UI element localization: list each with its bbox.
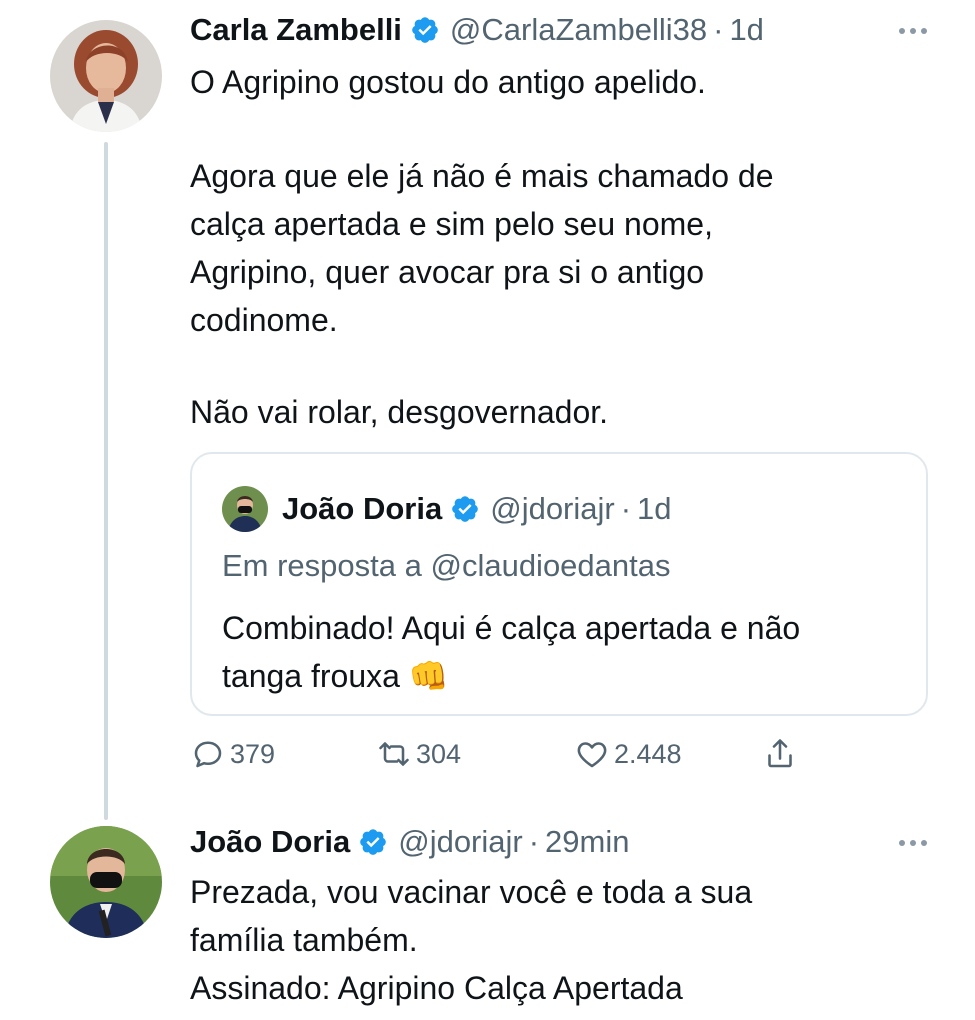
retweet-icon [379,742,409,766]
like-button[interactable]: 2.448 [574,736,682,772]
replying-to-label: Em resposta a @claudioedantas [222,548,671,583]
reply-text-line: Assinado: Agripino Calça Apertada [190,970,683,1006]
share-button[interactable] [762,736,798,772]
tweet-text-line: O Agripino gostou do antigo apelido. [190,64,706,100]
reply-time[interactable]: 29min [545,824,629,860]
retweet-count: 304 [416,738,462,769]
thread-line [104,142,108,820]
like-count: 2.448 [614,738,682,769]
avatar-joao-doria-small [222,486,268,532]
tweet-text-line: Agripino, quer avocar pra si o antigo [190,254,705,290]
author-name[interactable]: Carla Zambelli [190,12,402,48]
tweet-header: Carla Zambelli @CarlaZambelli38 · 1d [190,12,764,48]
quoted-tweet[interactable]: João Doria @jdoriajr · 1d Em resposta a … [190,452,928,716]
tweet-time[interactable]: 1d [729,12,763,48]
avatar-carla-zambelli[interactable] [50,20,162,132]
reply-author-name[interactable]: João Doria [190,824,350,860]
reply-button[interactable]: 379 [190,736,275,772]
author-handle[interactable]: @CarlaZambelli38 [450,12,707,48]
avatar-joao-doria[interactable] [50,826,162,938]
quoted-author-name[interactable]: João Doria [282,491,442,527]
reply-text-line: família também. [190,922,418,958]
reply-icon [194,741,222,768]
more-icon[interactable] [899,840,927,846]
retweet-button[interactable]: 304 [376,736,461,772]
reply-header: João Doria @jdoriajr · 29min [190,824,629,860]
share-icon [768,739,792,768]
tweet-actions: 379 304 2.448 [190,736,830,780]
tweet-text-line: calça apertada e sim pelo seu nome, [190,206,713,242]
reply-count: 379 [230,738,276,769]
verified-badge-icon [452,496,479,522]
separator-dot: · [620,491,632,526]
separator-dot: · [528,824,540,859]
verified-badge-icon [360,829,387,855]
quoted-tweet-header: João Doria @jdoriajr · 1d [222,486,672,532]
quoted-text-line: tanga frouxa 👊 [222,658,449,694]
tweet-text-line: Agora que ele já não é mais chamado de [190,158,774,194]
more-icon[interactable] [899,28,927,34]
like-icon [577,742,607,768]
reply-text-line: Prezada, vou vacinar você e toda a sua [190,874,753,910]
separator-dot: · [713,12,724,47]
tweet-text-line: Não vai rolar, desgovernador. [190,394,609,430]
verified-badge-icon [412,17,438,43]
quoted-author-handle[interactable]: @jdoriajr [490,491,615,527]
tweet-text-line: codinome. [190,302,338,338]
quoted-tweet-time: 1d [637,491,672,526]
reply-author-handle[interactable]: @jdoriajr [398,824,523,860]
quoted-tweet-text: Combinado! Aqui é calça apertada e não t… [222,604,800,700]
quoted-text-line: Combinado! Aqui é calça apertada e não [222,610,801,646]
